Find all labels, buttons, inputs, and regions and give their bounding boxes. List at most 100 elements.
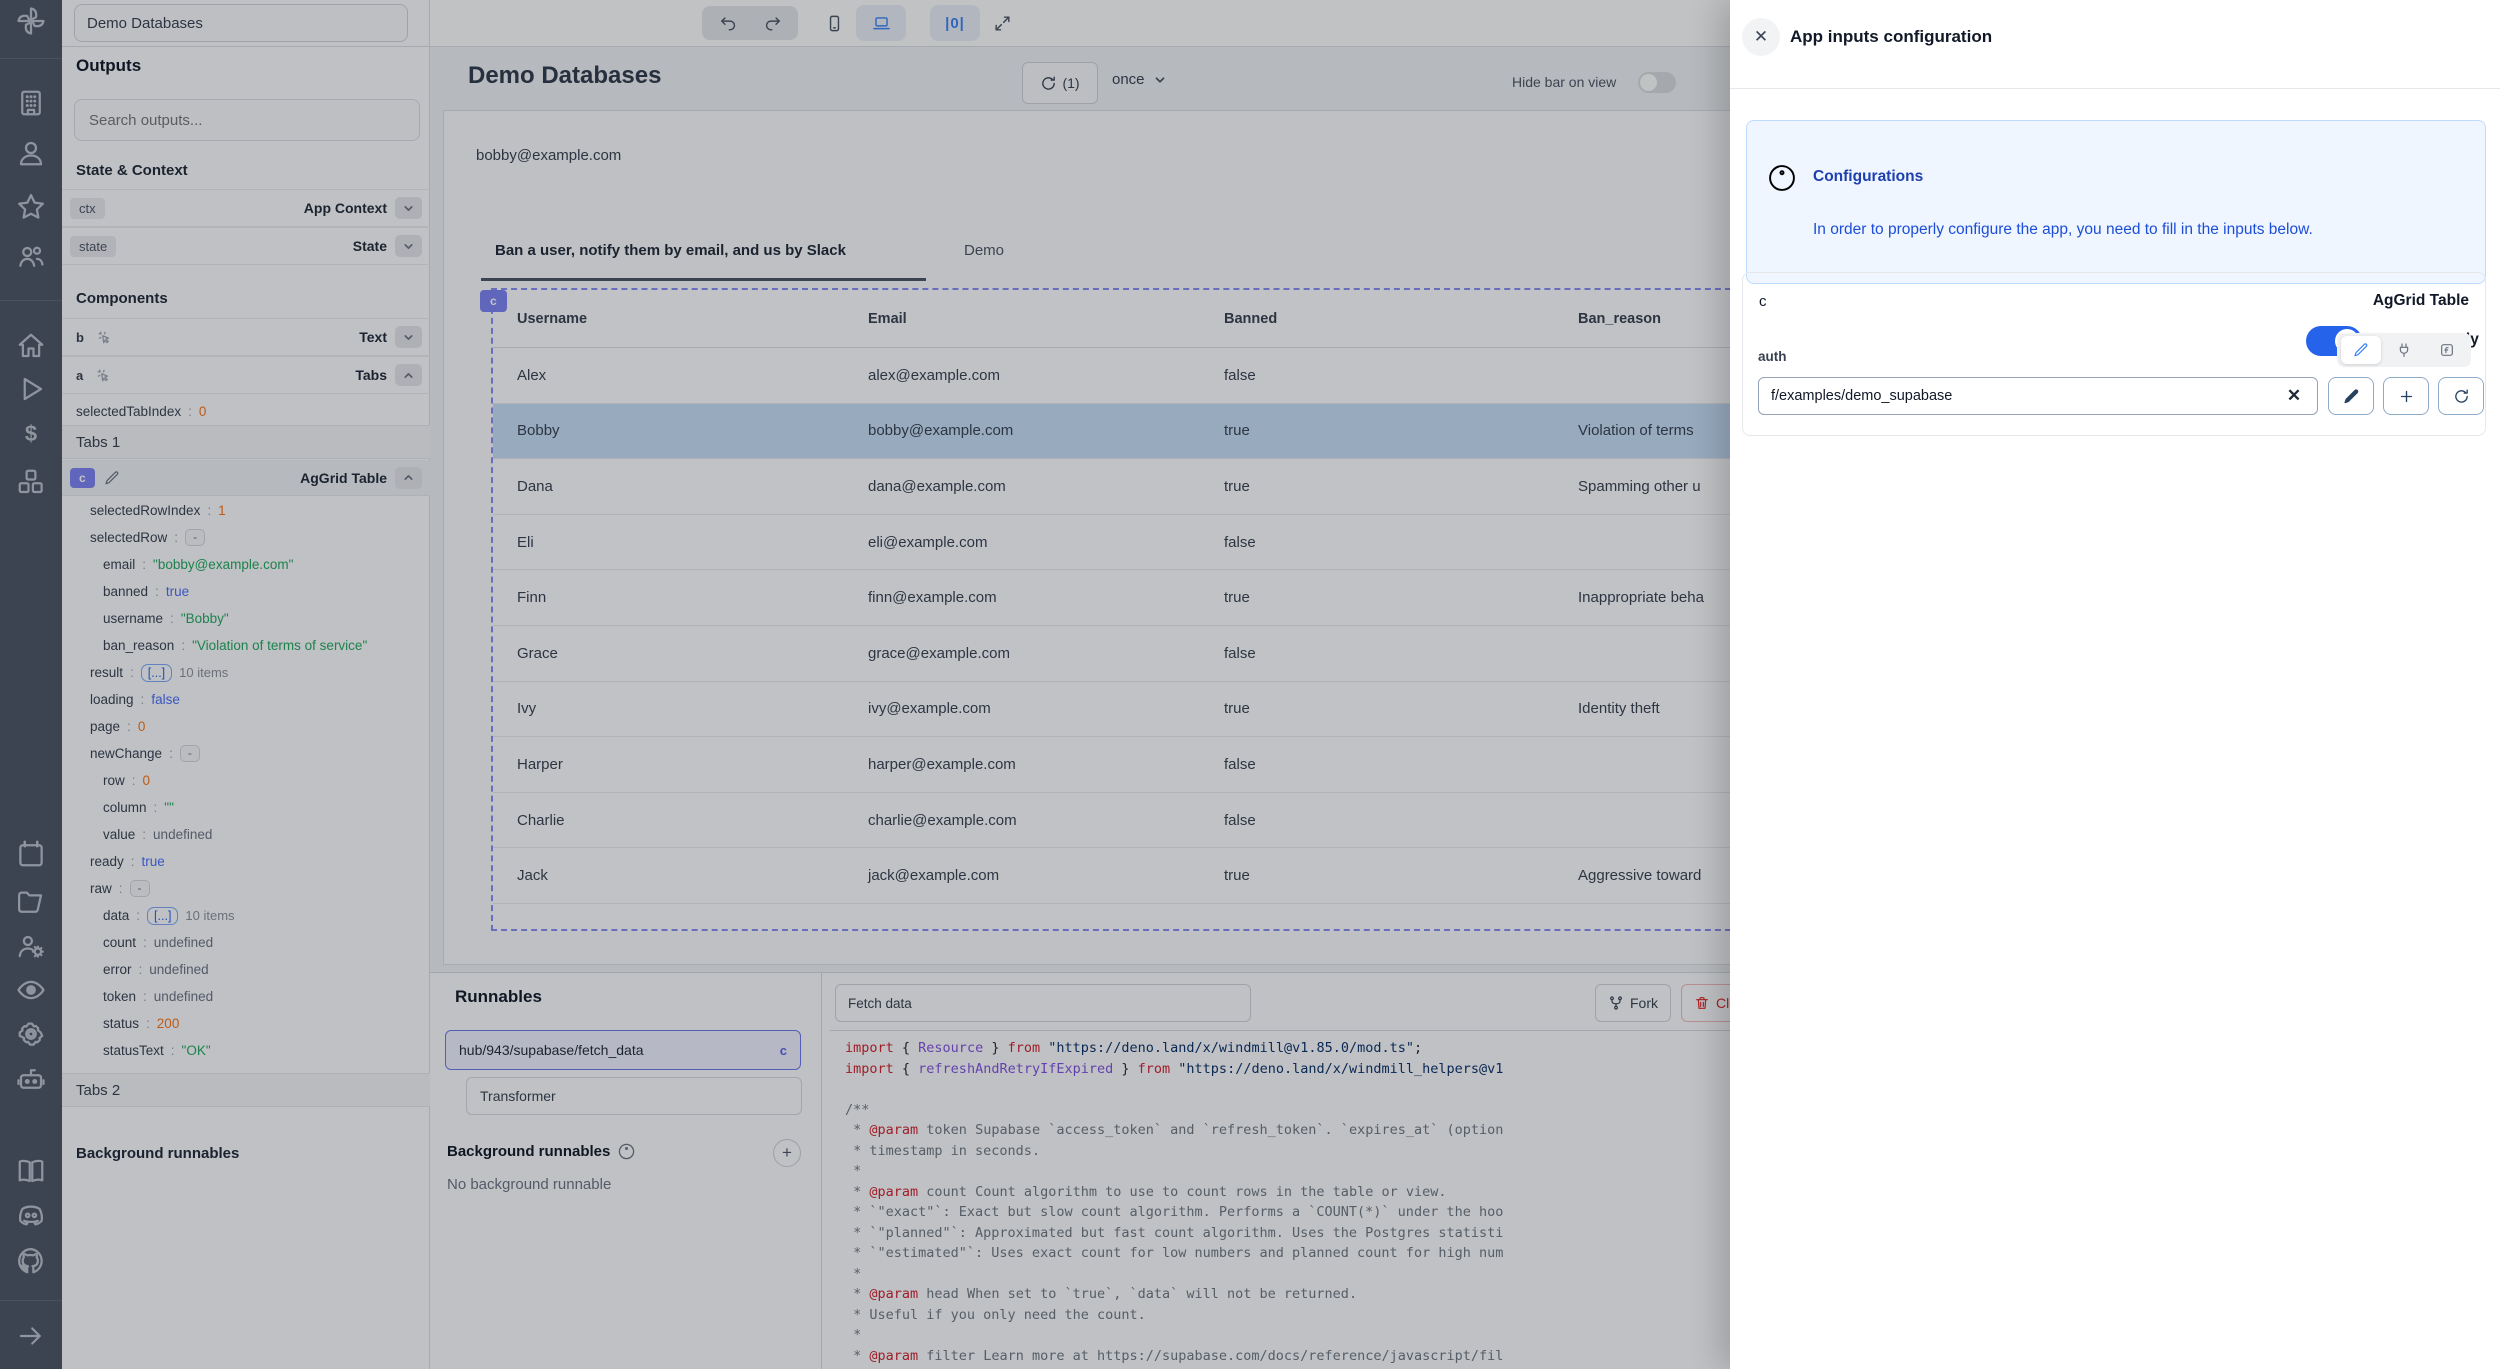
table-row-jack[interactable]: Jackjack@example.comtrueAggressive towar… bbox=[493, 848, 1749, 904]
refresh-app-button[interactable]: (1) bbox=[1022, 62, 1098, 104]
cubes-icon[interactable] bbox=[16, 467, 46, 497]
column-header-email[interactable]: Email bbox=[844, 311, 1200, 327]
static-mode-pencil-icon[interactable] bbox=[2341, 336, 2381, 364]
app-tab-ban-user[interactable]: Ban a user, notify them by email, and us… bbox=[495, 242, 846, 259]
desktop-view-button[interactable] bbox=[856, 5, 906, 41]
folder-icon[interactable] bbox=[16, 887, 46, 917]
play-icon[interactable] bbox=[16, 374, 46, 404]
table-row-alex[interactable]: Alexalex@example.comfalse bbox=[493, 348, 1749, 404]
collapse-toggle[interactable]: - bbox=[185, 529, 205, 546]
hide-bar-toggle[interactable] bbox=[1638, 72, 1676, 93]
dollar-icon[interactable]: $ bbox=[16, 419, 46, 449]
table-cell: Bobby bbox=[493, 422, 844, 439]
trash-icon bbox=[1694, 995, 1710, 1011]
chevron-down-icon[interactable] bbox=[395, 197, 422, 219]
tree-row-result: result:[...]10 items bbox=[62, 659, 430, 686]
table-row-dana[interactable]: Danadana@example.comtrueSpamming other u bbox=[493, 459, 1749, 515]
expand-array-toggle[interactable]: [...] bbox=[141, 664, 172, 682]
aggrid-table: UsernameEmailBannedBan_reason Alexalex@e… bbox=[491, 288, 1751, 931]
book-icon[interactable] bbox=[16, 1156, 46, 1186]
component-input-card: c AgGrid Table auth ✕ bbox=[1742, 272, 2486, 436]
column-header-ban_reason[interactable]: Ban_reason bbox=[1554, 311, 1749, 327]
eval-mode-function-icon[interactable] bbox=[2427, 336, 2467, 364]
device-toggle-group bbox=[812, 6, 906, 40]
app-tab-demo[interactable]: Demo bbox=[964, 242, 1004, 259]
calendar-icon[interactable] bbox=[16, 839, 46, 869]
redo-button[interactable] bbox=[750, 8, 794, 38]
center-align-icon[interactable]: |0| bbox=[930, 5, 980, 41]
chevron-up-icon[interactable] bbox=[395, 467, 422, 489]
github-icon[interactable] bbox=[16, 1246, 46, 1276]
column-header-username[interactable]: Username bbox=[493, 311, 844, 327]
app-name-input[interactable] bbox=[74, 4, 408, 42]
refresh-resource-button[interactable] bbox=[2438, 377, 2484, 415]
clear-input-icon[interactable]: ✕ bbox=[2283, 385, 2305, 407]
connect-mode-plug-icon[interactable] bbox=[2384, 336, 2424, 364]
runnable-item-transformer[interactable]: Transformer bbox=[466, 1077, 802, 1115]
table-cell: alex@example.com bbox=[844, 367, 1200, 384]
chevron-down-icon[interactable] bbox=[395, 235, 422, 257]
table-row-charlie[interactable]: Charliecharlie@example.comfalse bbox=[493, 793, 1749, 849]
discord-icon[interactable] bbox=[16, 1201, 46, 1231]
add-background-runnable-button[interactable]: + bbox=[773, 1139, 801, 1167]
tree-row-ready: ready:true bbox=[62, 848, 430, 875]
chevron-up-icon[interactable] bbox=[395, 364, 422, 386]
runnable-item-fetch-data[interactable]: hub/943/supabase/fetch_data c bbox=[445, 1030, 801, 1070]
user-icon[interactable] bbox=[16, 138, 46, 168]
table-row-harper[interactable]: Harperharper@example.comfalse bbox=[493, 737, 1749, 793]
component-row-b[interactable]: b Text bbox=[62, 318, 430, 356]
user-settings-icon[interactable] bbox=[16, 931, 46, 961]
expand-icon[interactable] bbox=[980, 8, 1024, 38]
mobile-view-button[interactable] bbox=[812, 8, 856, 38]
add-resource-button[interactable] bbox=[2383, 377, 2429, 415]
table-row-eli[interactable]: Elieli@example.comfalse bbox=[493, 515, 1749, 571]
output-row-ctx[interactable]: ctx App Context bbox=[62, 189, 430, 227]
schedule-dropdown[interactable]: once bbox=[1112, 71, 1167, 88]
output-row-state[interactable]: state State bbox=[62, 227, 430, 265]
fork-button[interactable]: Fork bbox=[1595, 984, 1671, 1022]
table-cell: grace@example.com bbox=[844, 645, 1200, 662]
column-header-banned[interactable]: Banned bbox=[1200, 311, 1554, 327]
collapse-toggle[interactable]: - bbox=[130, 880, 150, 897]
star-icon[interactable] bbox=[16, 192, 46, 222]
arrow-right-icon[interactable] bbox=[16, 1321, 46, 1351]
collapse-toggle[interactable]: - bbox=[180, 745, 200, 762]
edit-resource-button[interactable] bbox=[2328, 377, 2374, 415]
code-editor[interactable]: import { Resource } from "https://deno.l… bbox=[845, 1038, 1740, 1366]
undo-button[interactable] bbox=[706, 8, 750, 38]
building-icon[interactable] bbox=[16, 88, 46, 118]
table-row-bobby[interactable]: Bobbybobby@example.comtrueViolation of t… bbox=[493, 404, 1749, 460]
expand-array-toggle[interactable]: [...] bbox=[147, 907, 178, 925]
table-header-row: UsernameEmailBannedBan_reason bbox=[493, 290, 1749, 348]
divider bbox=[62, 46, 1740, 47]
table-cell: Eli bbox=[493, 534, 844, 551]
windmill-logo-icon[interactable] bbox=[16, 6, 46, 36]
table-row-finn[interactable]: Finnfinn@example.comtrueInappropriate be… bbox=[493, 570, 1749, 626]
component-row-a[interactable]: a Tabs bbox=[62, 356, 430, 394]
auth-resource-input[interactable] bbox=[1758, 377, 2318, 415]
chevron-down-icon[interactable] bbox=[395, 326, 422, 348]
component-row-c[interactable]: c AgGrid Table bbox=[62, 460, 430, 496]
chevron-down-icon bbox=[1153, 73, 1167, 87]
eye-icon[interactable] bbox=[16, 975, 46, 1005]
runnable-name-input[interactable] bbox=[835, 984, 1251, 1022]
tabs1-group-header[interactable]: Tabs 1 bbox=[62, 425, 430, 459]
users-icon[interactable] bbox=[16, 242, 46, 272]
table-cell: Aggressive toward bbox=[1554, 867, 1749, 884]
tabs2-group-header[interactable]: Tabs 2 bbox=[62, 1073, 430, 1107]
outputs-panel: Outputs State & Context ctx App Context … bbox=[62, 0, 430, 1369]
robot-icon[interactable] bbox=[16, 1064, 46, 1094]
background-runnables-heading: Background runnables bbox=[447, 1143, 635, 1160]
table-cell: false bbox=[1200, 645, 1554, 662]
home-icon[interactable] bbox=[16, 331, 46, 361]
search-outputs-input[interactable] bbox=[74, 99, 420, 141]
table-row-ivy[interactable]: Ivyivy@example.comtrueIdentity theft bbox=[493, 682, 1749, 738]
table-cell: Inappropriate beha bbox=[1554, 589, 1749, 606]
table-cell: harper@example.com bbox=[844, 756, 1200, 773]
active-tab-underline bbox=[481, 278, 926, 281]
close-icon[interactable]: ✕ bbox=[1742, 18, 1780, 56]
table-cell: Dana bbox=[493, 478, 844, 495]
pencil-icon[interactable] bbox=[104, 470, 120, 486]
gear-icon[interactable] bbox=[16, 1019, 46, 1049]
table-row-grace[interactable]: Gracegrace@example.comfalse bbox=[493, 626, 1749, 682]
